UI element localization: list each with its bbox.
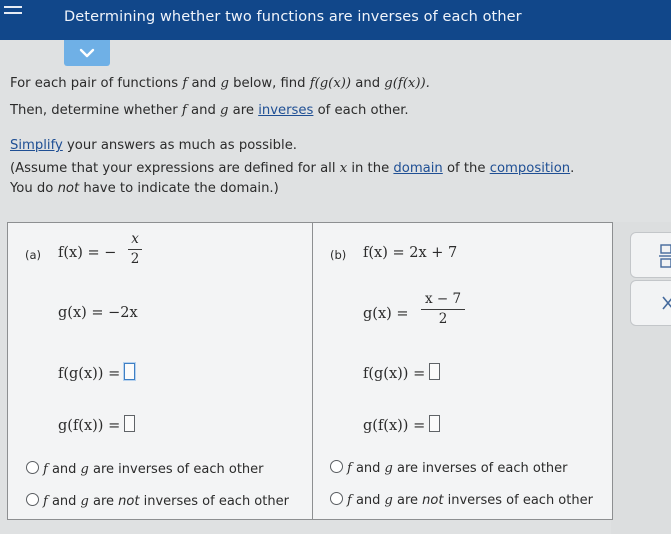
part-b: (b) f(x) = 2x + 7 g(x) = x − 7 2 f(g(x))… bbox=[313, 223, 612, 519]
radio-button[interactable] bbox=[26, 461, 39, 474]
part-a-gf-row: g(f(x)) = bbox=[58, 415, 136, 434]
inverses-link[interactable]: inverses bbox=[258, 103, 313, 118]
part-a-option-inverses[interactable]: f and g are inverses of each other bbox=[26, 461, 264, 477]
simplify-note: Simplify your answers as much as possibl… bbox=[10, 138, 298, 153]
simplify-link[interactable]: Simplify bbox=[10, 138, 63, 153]
part-b-g-fraction: x − 7 2 bbox=[421, 291, 465, 327]
part-a-option-not-inverses[interactable]: f and g are not inverses of each other bbox=[26, 493, 289, 509]
part-b-gf-row: g(f(x)) = bbox=[363, 415, 441, 434]
page-title: Determining whether two functions are in… bbox=[64, 9, 522, 25]
part-b-gf-input[interactable] bbox=[429, 415, 441, 432]
instruction-line-1: For each pair of functions f and g below… bbox=[10, 76, 430, 91]
part-b-option-not-inverses[interactable]: f and g are not inverses of each other bbox=[330, 492, 593, 508]
part-a-tag: (a) bbox=[25, 248, 42, 262]
menu-icon[interactable] bbox=[4, 6, 22, 20]
part-b-g-definition: g(x) = bbox=[363, 306, 409, 322]
part-b-f-definition: f(x) = 2x + 7 bbox=[363, 245, 458, 261]
part-b-option-inverses[interactable]: f and g are inverses of each other bbox=[330, 460, 568, 476]
part-a-g-definition: g(x) = −2x bbox=[58, 305, 138, 321]
radio-button[interactable] bbox=[330, 460, 343, 473]
radio-button[interactable] bbox=[330, 492, 343, 505]
part-a: (a) f(x) = − x 2 g(x) = −2x f(g(x)) = g(… bbox=[8, 223, 312, 519]
part-a-fg-input[interactable] bbox=[124, 363, 136, 380]
part-a-fg-row: f(g(x)) = bbox=[58, 363, 136, 382]
assume-note: (Assume that your expressions are define… bbox=[10, 161, 575, 176]
part-b-tag: (b) bbox=[330, 248, 347, 262]
domain-note: You do not have to indicate the domain.) bbox=[10, 181, 279, 196]
chevron-down-icon bbox=[79, 48, 95, 58]
fraction-icon bbox=[659, 244, 671, 268]
clear-button[interactable] bbox=[630, 280, 671, 326]
domain-link[interactable]: domain bbox=[393, 161, 442, 176]
problem-grid: (a) f(x) = − x 2 g(x) = −2x f(g(x)) = g(… bbox=[7, 222, 613, 520]
calculator-button[interactable] bbox=[630, 232, 671, 278]
part-b-fg-row: f(g(x)) = bbox=[363, 363, 441, 382]
close-icon bbox=[662, 296, 671, 310]
part-a-f-definition: f(x) = − bbox=[58, 245, 117, 261]
part-a-f-fraction: x 2 bbox=[128, 231, 142, 267]
radio-button[interactable] bbox=[26, 493, 39, 506]
instruction-line-2: Then, determine whether f and g are inve… bbox=[10, 103, 409, 118]
part-a-gf-input[interactable] bbox=[124, 415, 136, 432]
collapse-button[interactable] bbox=[64, 40, 110, 66]
top-bar: Determining whether two functions are in… bbox=[0, 0, 671, 40]
composition-link[interactable]: composition bbox=[490, 161, 570, 176]
part-b-fg-input[interactable] bbox=[429, 363, 441, 380]
